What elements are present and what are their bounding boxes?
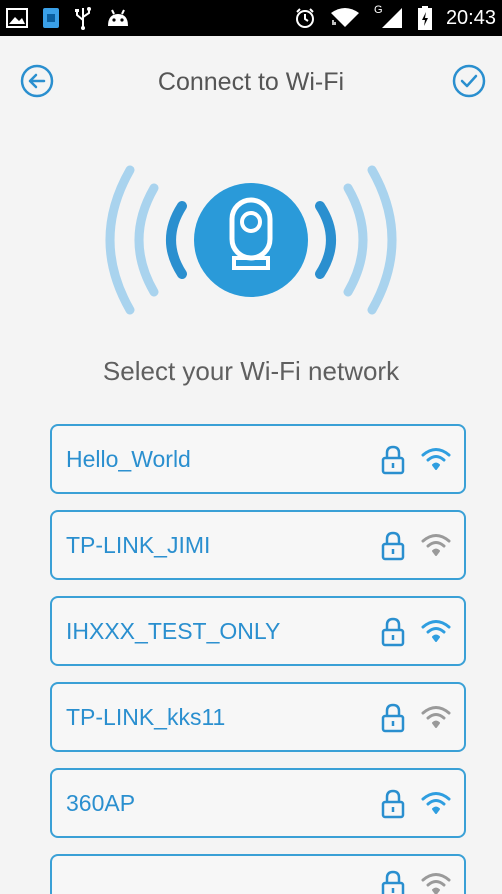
wifi-signal-icon [421, 873, 451, 894]
network-ssid: Hello_World [66, 446, 191, 472]
lock-icon [381, 789, 405, 819]
alarm-icon [295, 8, 314, 28]
confirm-button[interactable] [450, 62, 488, 100]
network-item[interactable]: TP-LINK_JIMI [50, 510, 466, 580]
wifi-signal-icon [421, 706, 451, 728]
camera-icon [194, 183, 308, 297]
network-prompt: Select your Wi-Fi network [102, 356, 400, 386]
sim-icon [43, 8, 59, 28]
check-circle-icon [452, 64, 486, 98]
lock-icon [381, 445, 405, 475]
network-ssid: 360AP [66, 790, 136, 816]
image-icon [6, 8, 28, 28]
network-list: Hello_World TP-LINK_JIMI IHXXX_TEST_ONLY TP… [50, 424, 466, 894]
app-header: Connect to Wi-Fi [0, 36, 502, 128]
network-item[interactable]: IHXXX_TEST_ONLY [50, 596, 466, 666]
wifi-signal-icon [421, 620, 451, 642]
wifi-icon [330, 8, 359, 27]
wifi-signal-icon [421, 792, 451, 814]
lock-icon [381, 531, 405, 561]
status-right-icons: G 20:43 [294, 4, 496, 32]
camera-wifi-illustration [105, 165, 397, 315]
usb-icon [75, 7, 91, 30]
network-item[interactable]: Hello_World [50, 424, 466, 494]
signal-icon: G [374, 4, 404, 30]
status-time: 20:43 [445, 6, 496, 29]
network-item[interactable] [50, 854, 466, 894]
lock-icon [381, 703, 405, 733]
page-title: Connect to Wi-Fi [157, 68, 345, 96]
wifi-signal-icon [421, 448, 451, 470]
network-ssid: TP-LINK_JIMI [66, 532, 211, 558]
lock-icon [381, 617, 405, 647]
battery-icon [417, 6, 432, 30]
status-left-icons [6, 6, 130, 30]
network-item[interactable]: TP-LINK_kks11 [50, 682, 466, 752]
network-ssid: TP-LINK_kks11 [66, 704, 226, 730]
status-bar: G 20:43 [0, 0, 502, 36]
network-item[interactable]: 360AP [50, 768, 466, 838]
wifi-signal-icon [421, 534, 451, 556]
network-ssid: IHXXX_TEST_ONLY [66, 618, 281, 644]
android-icon [108, 9, 128, 26]
lock-icon [381, 870, 405, 894]
